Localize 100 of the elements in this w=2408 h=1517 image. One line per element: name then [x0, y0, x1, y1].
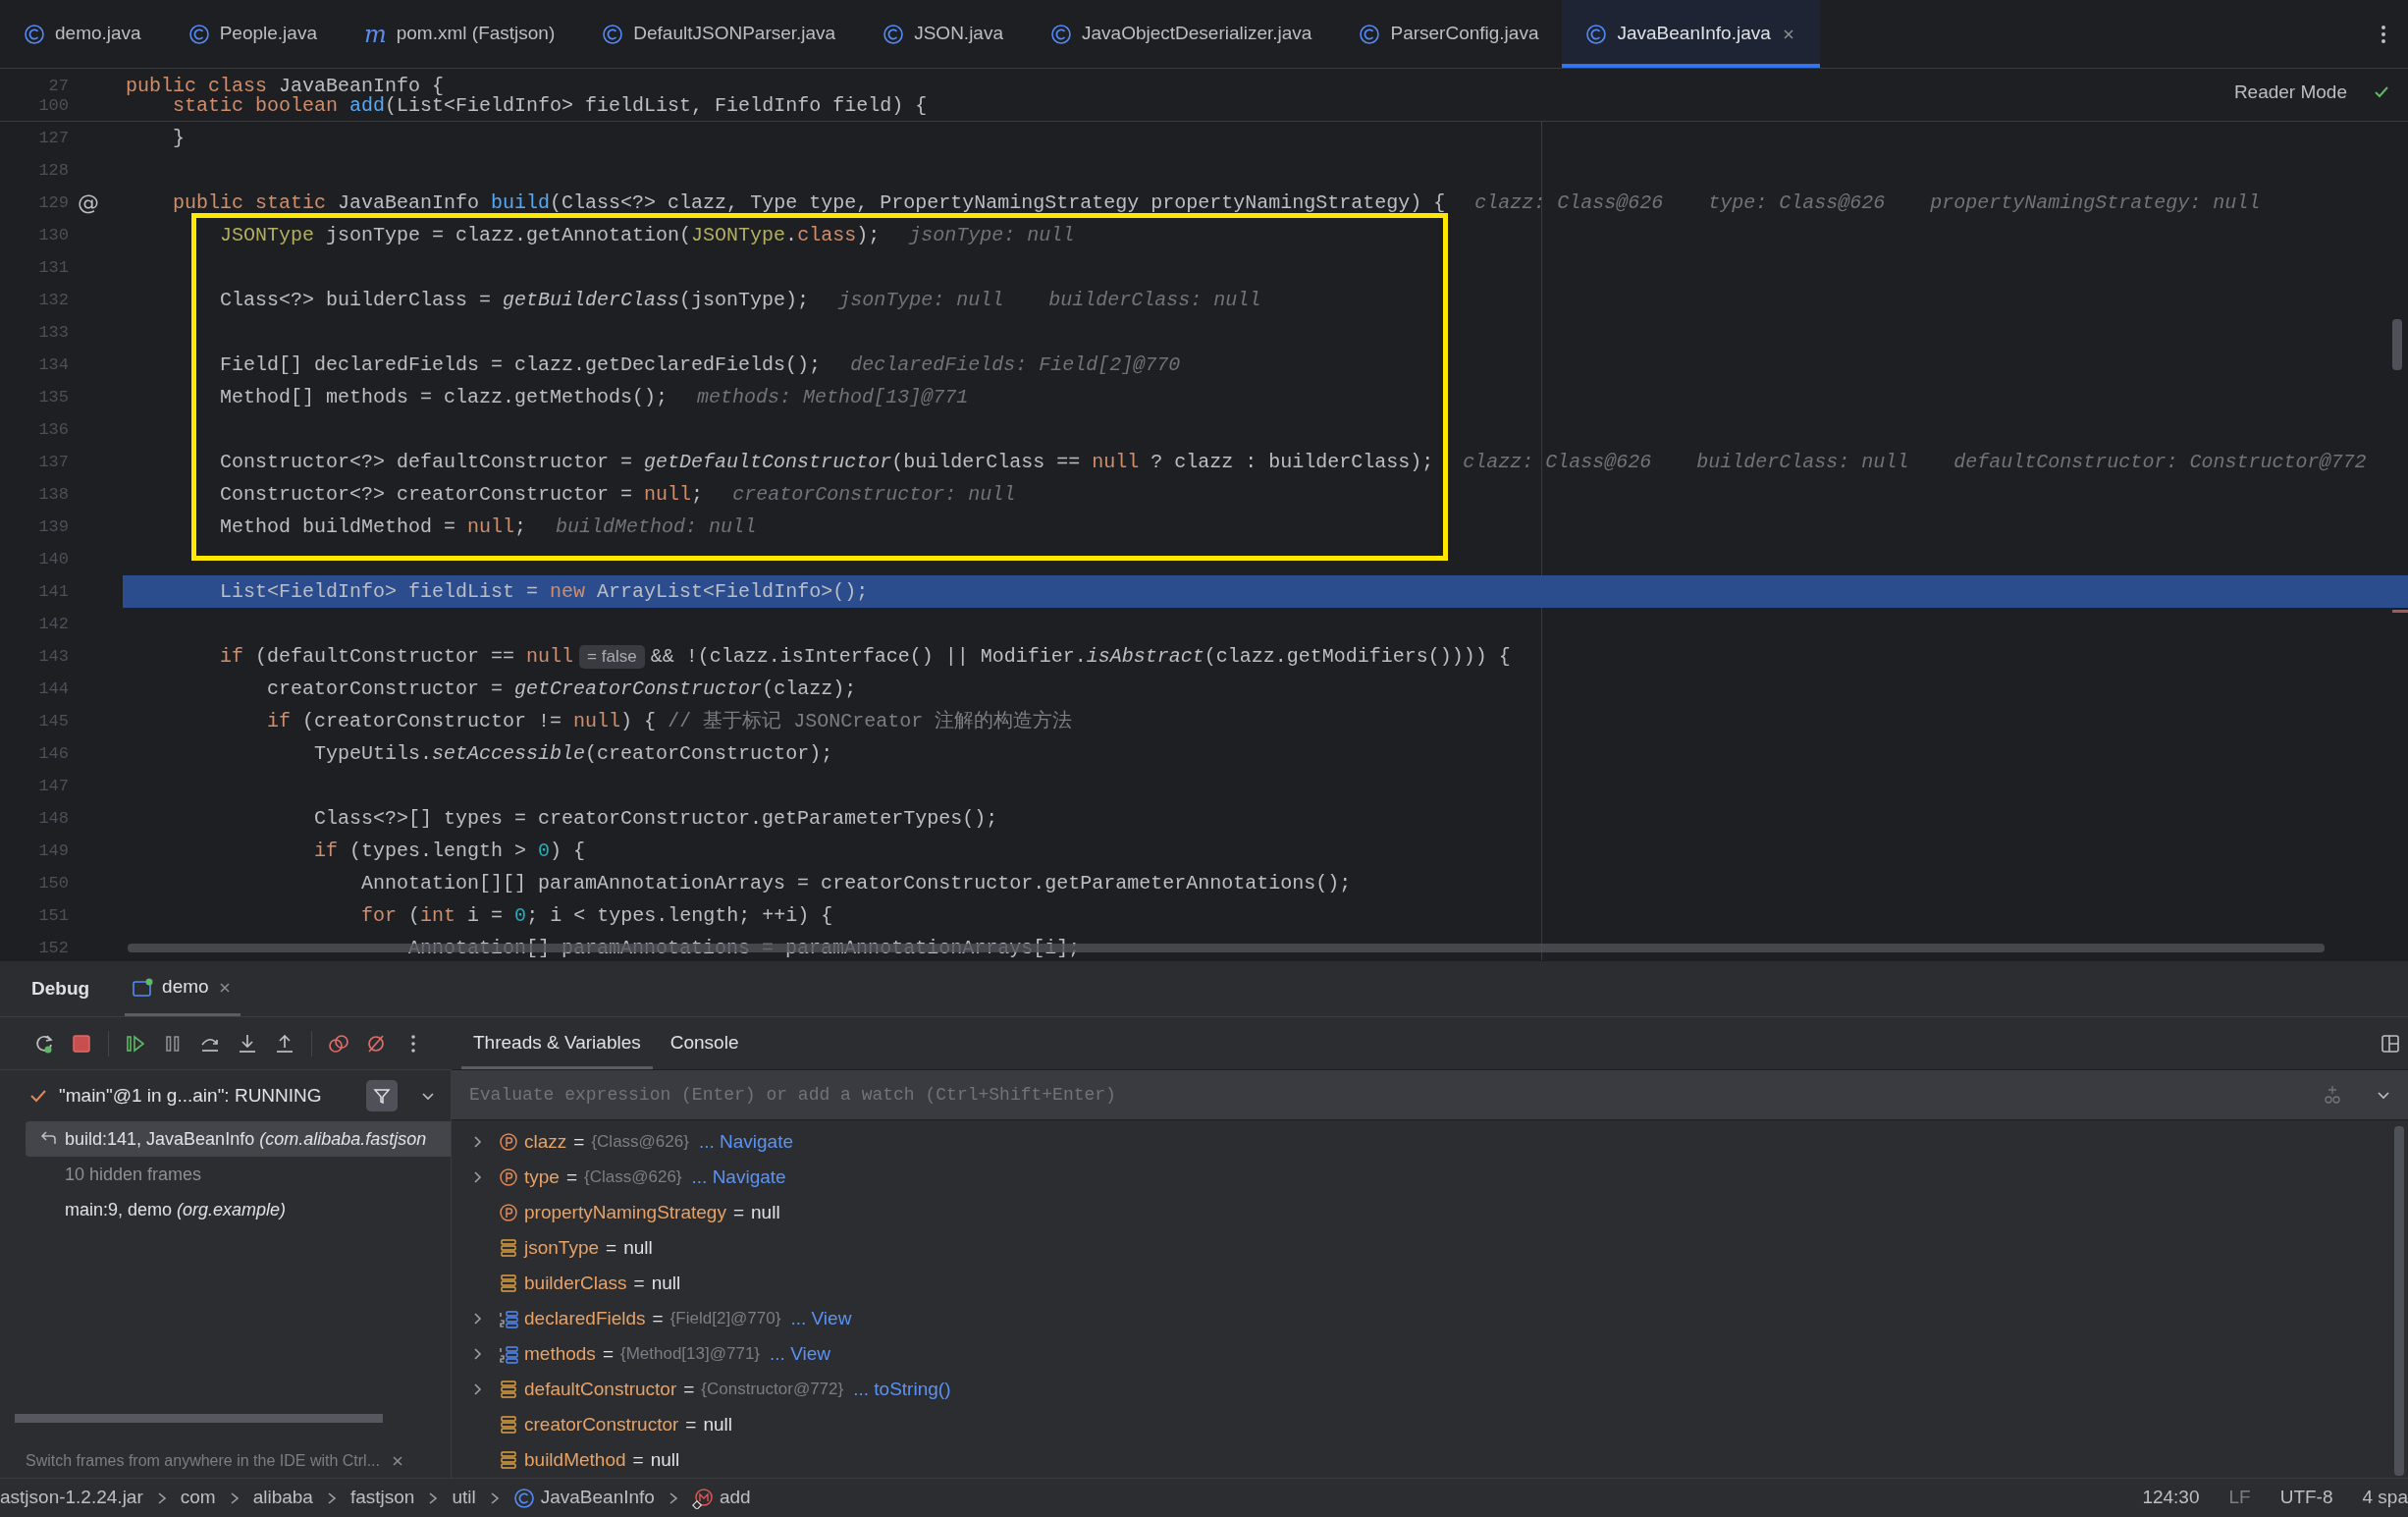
filter-button[interactable]	[366, 1080, 398, 1111]
inline-hint: jsonType: null	[838, 287, 1004, 313]
code-line: }	[173, 125, 186, 151]
variable-row[interactable]: declaredFields = {Field[2]@770} ... View	[452, 1301, 2408, 1336]
editor-tab[interactable]: DefaultJSONParser.java	[578, 0, 860, 68]
class-icon	[24, 23, 45, 45]
assign-sign: =	[732, 1200, 745, 1224]
variable-value: {Constructor@772}	[701, 1379, 844, 1401]
variable-row[interactable]: propertyNamingStrategy = null	[452, 1195, 2408, 1230]
variable-row[interactable]: methods = {Method[13]@771} ... View	[452, 1336, 2408, 1372]
code-line: Field[] declaredFields = clazz.getDeclaredFields();	[220, 352, 822, 378]
editor-tab[interactable]: People.java	[164, 0, 341, 68]
code-line: JSONType jsonType = clazz.getAnnotation(JSONType.class);	[220, 222, 881, 248]
status-item[interactable]: 4 spa	[2362, 1484, 2408, 1512]
variable-row[interactable]: buildMethod = null	[452, 1442, 2408, 1478]
stack-frame[interactable]: main:9, demo (org.example)	[65, 1196, 287, 1223]
variable-name[interactable]: methods	[524, 1339, 596, 1369]
code-line: for (int i = 0; i < types.length; ++i) {	[361, 902, 833, 929]
hidden-frames-label[interactable]: 10 hidden frames	[65, 1161, 202, 1188]
class-icon	[187, 23, 210, 45]
editor-tab[interactable]: JavaBeanInfo.java	[1562, 0, 1820, 68]
variable-link[interactable]: ... View	[790, 1304, 852, 1333]
variable-name[interactable]: defaultConstructor	[524, 1375, 677, 1404]
inline-hint: jsonType: null	[909, 222, 1075, 248]
step-out-icon[interactable]	[274, 1032, 295, 1055]
vertical-scrollbar[interactable]	[2392, 319, 2402, 370]
assign-sign: =	[652, 1306, 664, 1330]
step-into-icon[interactable]	[237, 1032, 258, 1055]
breakpoints-icon[interactable]	[328, 1032, 349, 1055]
class-icon	[602, 23, 624, 45]
layout-icon[interactable]	[2381, 1033, 2400, 1054]
code-line: if (defaultConstructor == null	[220, 643, 574, 670]
view-tab[interactable]: Console	[658, 1017, 751, 1069]
code-line: Method buildMethod = null;	[220, 514, 527, 540]
variable-name[interactable]: type	[524, 1163, 560, 1192]
reader-mode-button[interactable]: Reader Mode	[2233, 79, 2347, 107]
gutter-marker[interactable]: @	[78, 187, 99, 219]
editor-tab[interactable]: m pom.xml (Fastjson)	[340, 0, 579, 68]
horizontal-scrollbar[interactable]	[15, 1414, 383, 1423]
assign-sign: =	[565, 1165, 578, 1189]
stop-icon[interactable]	[71, 1032, 92, 1055]
editor-tab[interactable]: demo.java	[0, 0, 165, 68]
inline-hint: propertyNamingStrategy: null	[1930, 190, 2261, 216]
variable-row[interactable]: defaultConstructor = {Constructor@772} ... toString()	[452, 1372, 2408, 1407]
breadcrumb[interactable]: fastjson	[349, 1484, 415, 1512]
variable-name[interactable]: clazz	[524, 1127, 567, 1157]
variable-icon	[499, 1380, 518, 1399]
breadcrumb[interactable]: alibaba	[252, 1484, 313, 1512]
variable-name[interactable]: builderClass	[524, 1269, 627, 1298]
variable-value: null	[651, 1271, 681, 1295]
variable-name[interactable]: declaredFields	[524, 1304, 646, 1333]
status-item[interactable]: 124:30	[2142, 1484, 2200, 1512]
variable-value: null	[751, 1200, 780, 1224]
inline-hint: methods: Method[13]@771	[697, 384, 969, 410]
vertical-scrollbar[interactable]	[2394, 1126, 2404, 1476]
editor-tab[interactable]: JSON.java	[859, 0, 1027, 68]
variable-name[interactable]: creatorConstructor	[524, 1410, 679, 1439]
assign-sign: =	[633, 1271, 645, 1295]
code-line: Constructor<?> defaultConstructor = getDefaultConstructor(builderClass == null ? clazz : builderClass);	[220, 449, 1434, 475]
code-line: Annotation[] paramAnnotations = paramAnnotationArrays[i];	[408, 935, 1081, 960]
parameter-icon	[499, 1167, 518, 1187]
code-line: static boolean add(List<FieldInfo> fieldList, FieldInfo field) {	[173, 96, 928, 116]
variable-row[interactable]: creatorConstructor = null	[452, 1407, 2408, 1442]
variable-value: {Method[13]@771}	[620, 1343, 761, 1366]
variable-row[interactable]: clazz = {Class@626} ... Navigate	[452, 1124, 2408, 1160]
variable-name[interactable]: jsonType	[524, 1233, 600, 1263]
assign-sign: =	[685, 1412, 697, 1436]
variable-name[interactable]: propertyNamingStrategy	[524, 1198, 726, 1227]
breadcrumb[interactable]: util	[452, 1484, 476, 1512]
variable-row[interactable]: builderClass = null	[452, 1266, 2408, 1301]
inline-hint: type: Class@626	[1708, 190, 1886, 216]
window-icon	[133, 977, 155, 998]
more-icon[interactable]	[2381, 23, 2386, 45]
variable-value: {Class@626}	[591, 1131, 689, 1154]
variable-link[interactable]: ... Navigate	[698, 1127, 793, 1157]
variable-icon	[499, 1238, 518, 1258]
class-icon	[1585, 23, 1608, 45]
stack-frame[interactable]: build:141, JavaBeanInfo (com.alibaba.fastjson	[65, 1125, 427, 1153]
session-tab[interactable]: demo	[125, 961, 241, 1016]
breadcrumb[interactable]: astjson-1.2.24.jar	[0, 1484, 143, 1512]
editor-tab[interactable]: JavaObjectDeserializer.java	[1027, 0, 1336, 68]
variable-row[interactable]: jsonType = null	[452, 1230, 2408, 1266]
code-line: Method[] methods = clazz.getMethods();	[220, 384, 669, 410]
rerun-icon[interactable]	[33, 1032, 55, 1055]
variable-value: {Field[2]@770}	[669, 1308, 781, 1330]
variable-link[interactable]: ... toString()	[853, 1375, 951, 1404]
inline-hint: builderClass: null	[1048, 287, 1261, 313]
variable-link[interactable]: ... View	[770, 1339, 830, 1369]
variable-name[interactable]: buildMethod	[524, 1445, 626, 1475]
code-line: Annotation[][] paramAnnotationArrays = creatorConstructor.getParameterAnnotations();	[361, 870, 1352, 896]
editor-tab[interactable]: ParserConfig.java	[1335, 0, 1563, 68]
variable-link[interactable]: ... Navigate	[691, 1163, 786, 1192]
parameter-icon	[499, 1132, 518, 1152]
breadcrumb[interactable]: JavaBeanInfo	[512, 1484, 655, 1512]
breadcrumb[interactable]: com	[180, 1484, 216, 1512]
variable-row[interactable]: type = {Class@626} ... Navigate	[452, 1160, 2408, 1195]
code-line: && !(clazz.isInterface() || Modifier.isAbstract(clazz.getModifiers()))) {	[650, 643, 1511, 670]
breadcrumb[interactable]: add	[691, 1484, 751, 1512]
status-item[interactable]: UTF-8	[2279, 1484, 2333, 1512]
variable-value: {Class@626}	[584, 1166, 682, 1189]
